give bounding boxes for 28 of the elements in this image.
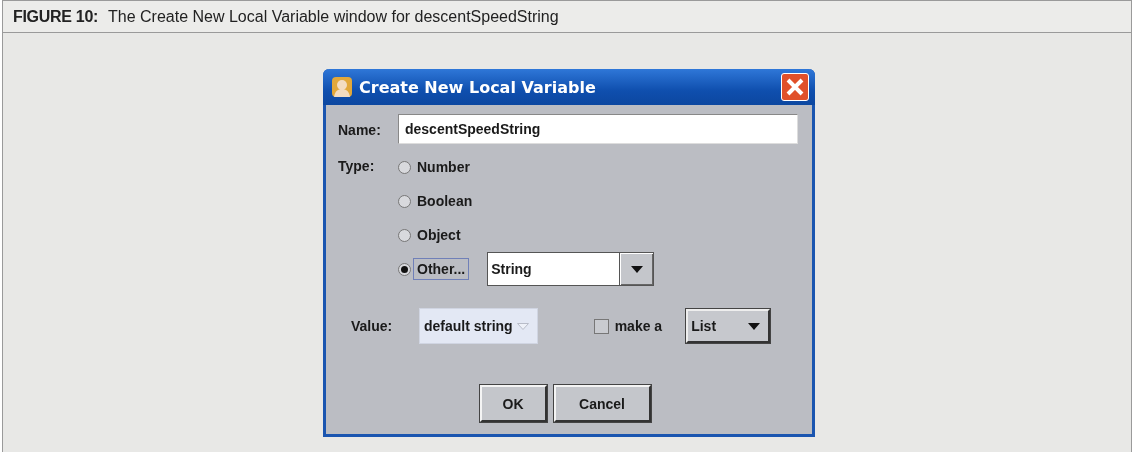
figure-caption: The Create New Local Variable window for descentSpeedString (108, 7, 559, 26)
name-label: Name: (338, 121, 382, 138)
radio-label[interactable]: Other... (413, 258, 470, 280)
caret-icon (748, 322, 761, 330)
person-icon (331, 76, 353, 98)
list-dropdown[interactable]: List (686, 309, 771, 343)
name-field[interactable]: descentSpeedString (398, 114, 798, 144)
checkbox[interactable] (593, 318, 609, 334)
radio-button[interactable] (398, 160, 411, 174)
radio-button[interactable] (398, 228, 411, 242)
figure-label: FIGURE 10: (13, 7, 99, 26)
type-dropdown[interactable]: String (487, 252, 655, 286)
checkbox-label: make a (614, 318, 663, 334)
value-label: Value: (351, 318, 394, 334)
value-dropdown[interactable]: default string (419, 308, 538, 344)
caret-icon (516, 322, 529, 330)
radio-button[interactable] (398, 262, 411, 276)
radio-label[interactable]: Number (413, 156, 474, 178)
radio-label[interactable]: Object (413, 224, 465, 246)
dropdown-button[interactable] (619, 253, 654, 285)
ok-button[interactable]: OK (479, 385, 547, 422)
caret-icon (630, 265, 643, 273)
window-title: Create New Local Variable (359, 77, 597, 97)
cancel-button[interactable]: Cancel (553, 385, 651, 422)
radio-label[interactable]: Boolean (413, 190, 477, 212)
radio-button[interactable] (398, 194, 411, 208)
close-button[interactable] (781, 73, 809, 101)
type-label: Type: (338, 158, 376, 174)
